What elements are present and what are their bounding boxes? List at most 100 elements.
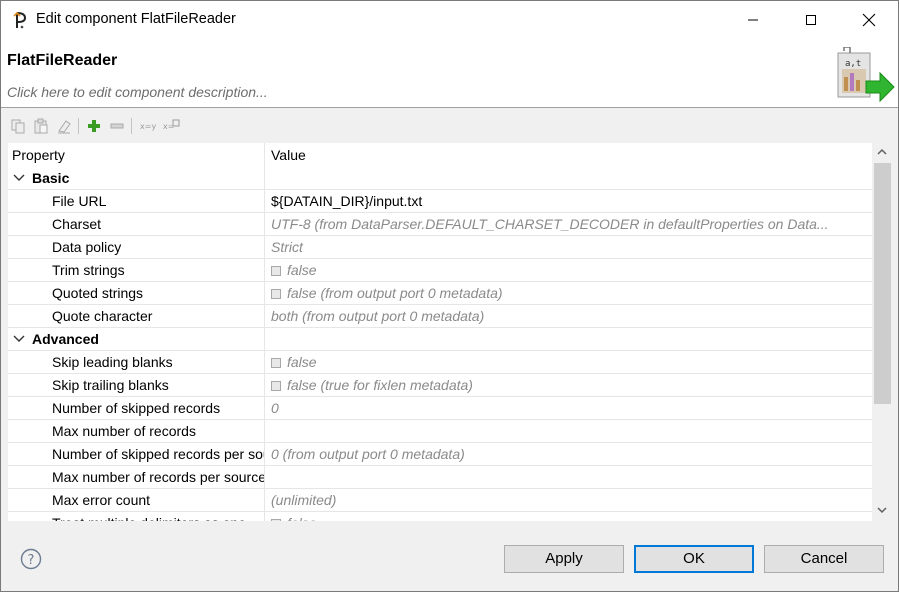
table-header: Property Value bbox=[8, 143, 872, 167]
chevron-down-icon[interactable] bbox=[13, 334, 25, 344]
property-group-row[interactable]: Basic bbox=[8, 167, 872, 190]
property-value-cell[interactable] bbox=[265, 466, 872, 488]
table-row[interactable]: Max number of records per source bbox=[8, 466, 872, 489]
dialog-window: Edit component FlatFileReader FlatFileRe… bbox=[0, 0, 899, 592]
clear-button[interactable] bbox=[55, 117, 73, 135]
property-value-cell[interactable]: 0 (from output port 0 metadata) bbox=[265, 443, 872, 465]
cancel-button[interactable]: Cancel bbox=[764, 545, 884, 573]
table-row[interactable]: Skip trailing blanks false (true for fixl… bbox=[8, 374, 872, 397]
property-value: false (true for fixlen metadata) bbox=[287, 377, 473, 393]
property-label: Basic bbox=[32, 170, 70, 186]
edit-expression-button[interactable]: x=y bbox=[140, 117, 158, 135]
copy-icon bbox=[11, 119, 25, 134]
checkbox[interactable] bbox=[271, 289, 281, 299]
property-name-cell: Quote character bbox=[8, 305, 265, 327]
minimize-icon bbox=[748, 19, 758, 21]
property-value-cell[interactable]: 0 bbox=[265, 397, 872, 419]
property-value-cell[interactable]: false (from output port 0 metadata) bbox=[265, 282, 872, 304]
chevron-down-icon[interactable] bbox=[13, 173, 25, 183]
table-row[interactable]: Quoted strings false (from output port 0 … bbox=[8, 282, 872, 305]
component-header: FlatFileReader Click here to edit compon… bbox=[1, 39, 898, 108]
flat-file-reader-icon: a,t bbox=[837, 47, 895, 103]
property-name-cell: Skip leading blanks bbox=[8, 351, 265, 373]
property-name-cell: Quoted strings bbox=[8, 282, 265, 304]
table-row[interactable]: Data policy Strict bbox=[8, 236, 872, 259]
add-button[interactable] bbox=[85, 117, 103, 135]
property-value-cell[interactable]: false bbox=[265, 351, 872, 373]
property-label: Data policy bbox=[52, 239, 122, 255]
vertical-scrollbar[interactable] bbox=[872, 143, 892, 521]
property-value-cell[interactable]: ${DATAIN_DIR}/input.txt bbox=[265, 190, 872, 212]
property-value-cell[interactable] bbox=[265, 420, 872, 442]
property-label: Advanced bbox=[32, 331, 99, 347]
remove-button[interactable] bbox=[108, 117, 126, 135]
copy-button[interactable] bbox=[9, 117, 27, 135]
property-toolbar: x=y x= bbox=[1, 115, 898, 137]
property-label: Quote character bbox=[52, 308, 153, 324]
property-value-cell[interactable]: false bbox=[265, 259, 872, 281]
property-value-cell[interactable]: false bbox=[265, 512, 872, 521]
property-name-cell: Max number of records per source bbox=[8, 466, 265, 488]
scroll-up-button[interactable] bbox=[872, 143, 892, 161]
ok-button[interactable]: OK bbox=[634, 545, 754, 573]
svg-text:?: ? bbox=[28, 553, 35, 568]
expression-editor-button[interactable]: x= bbox=[163, 117, 181, 135]
property-value: UTF-8 (from DataParser.DEFAULT_CHARSET_D… bbox=[271, 216, 829, 232]
property-value: Strict bbox=[271, 239, 303, 255]
table-row[interactable]: Quote character both (from output port 0 … bbox=[8, 305, 872, 328]
toolbar-separator bbox=[131, 118, 132, 134]
property-value-cell[interactable]: both (from output port 0 metadata) bbox=[265, 305, 872, 327]
property-label: Max number of records per source bbox=[52, 469, 265, 485]
toolbar-separator bbox=[78, 118, 79, 134]
checkbox[interactable] bbox=[271, 381, 281, 391]
checkbox[interactable] bbox=[271, 266, 281, 276]
eraser-icon bbox=[58, 120, 71, 134]
plus-icon bbox=[88, 120, 100, 132]
apply-button[interactable]: Apply bbox=[504, 545, 624, 573]
help-icon[interactable]: ? bbox=[20, 548, 42, 570]
expression-editor-icon: x= bbox=[163, 119, 180, 131]
property-value: ${DATAIN_DIR}/input.txt bbox=[271, 193, 423, 209]
table-row[interactable]: Max error count (unlimited) bbox=[8, 489, 872, 512]
table-row[interactable]: Charset UTF-8 (from DataParser.DEFAULT_CH… bbox=[8, 213, 872, 236]
table-row[interactable]: Skip leading blanks false bbox=[8, 351, 872, 374]
property-label: Trim strings bbox=[52, 262, 125, 278]
column-header-property[interactable]: Property bbox=[8, 143, 265, 167]
minimize-button[interactable] bbox=[724, 1, 782, 39]
table-row[interactable]: Number of skipped records per source 0 (f… bbox=[8, 443, 872, 466]
close-icon bbox=[862, 13, 876, 27]
column-header-value[interactable]: Value bbox=[265, 143, 306, 167]
scroll-down-button[interactable] bbox=[872, 501, 892, 519]
property-name-cell: Data policy bbox=[8, 236, 265, 258]
component-description[interactable]: Click here to edit component description… bbox=[7, 84, 268, 100]
property-value: both (from output port 0 metadata) bbox=[271, 308, 485, 324]
chevron-down-icon bbox=[877, 507, 887, 514]
table-row[interactable]: Number of skipped records 0 bbox=[8, 397, 872, 420]
property-label: Number of skipped records bbox=[52, 400, 221, 416]
checkbox[interactable] bbox=[271, 358, 281, 368]
property-value: false bbox=[287, 515, 317, 521]
property-value: false bbox=[287, 262, 317, 278]
property-label: Max error count bbox=[52, 492, 151, 508]
property-label: Max number of records bbox=[52, 423, 196, 439]
minus-icon bbox=[110, 123, 124, 129]
table-row[interactable]: Trim strings false bbox=[8, 259, 872, 282]
scrollbar-thumb[interactable] bbox=[874, 163, 891, 404]
property-value: false bbox=[287, 354, 317, 370]
table-row[interactable]: Treat multiple delimiters as one false bbox=[8, 512, 872, 521]
svg-text:a,t: a,t bbox=[845, 59, 861, 69]
close-button[interactable] bbox=[840, 1, 898, 39]
table-row[interactable]: Max number of records bbox=[8, 420, 872, 443]
property-group-row[interactable]: Advanced bbox=[8, 328, 872, 351]
property-name-cell: Basic bbox=[8, 167, 265, 189]
property-value-cell[interactable]: UTF-8 (from DataParser.DEFAULT_CHARSET_D… bbox=[265, 213, 872, 235]
property-value-cell[interactable]: false (true for fixlen metadata) bbox=[265, 374, 872, 396]
component-name: FlatFileReader bbox=[7, 52, 118, 69]
maximize-button[interactable] bbox=[782, 1, 840, 39]
paste-button[interactable] bbox=[32, 117, 50, 135]
property-value-cell[interactable]: (unlimited) bbox=[265, 489, 872, 511]
checkbox[interactable] bbox=[271, 519, 281, 521]
property-value-cell[interactable]: Strict bbox=[265, 236, 872, 258]
table-row[interactable]: File URL ${DATAIN_DIR}/input.txt bbox=[8, 190, 872, 213]
property-value-cell bbox=[265, 328, 872, 350]
